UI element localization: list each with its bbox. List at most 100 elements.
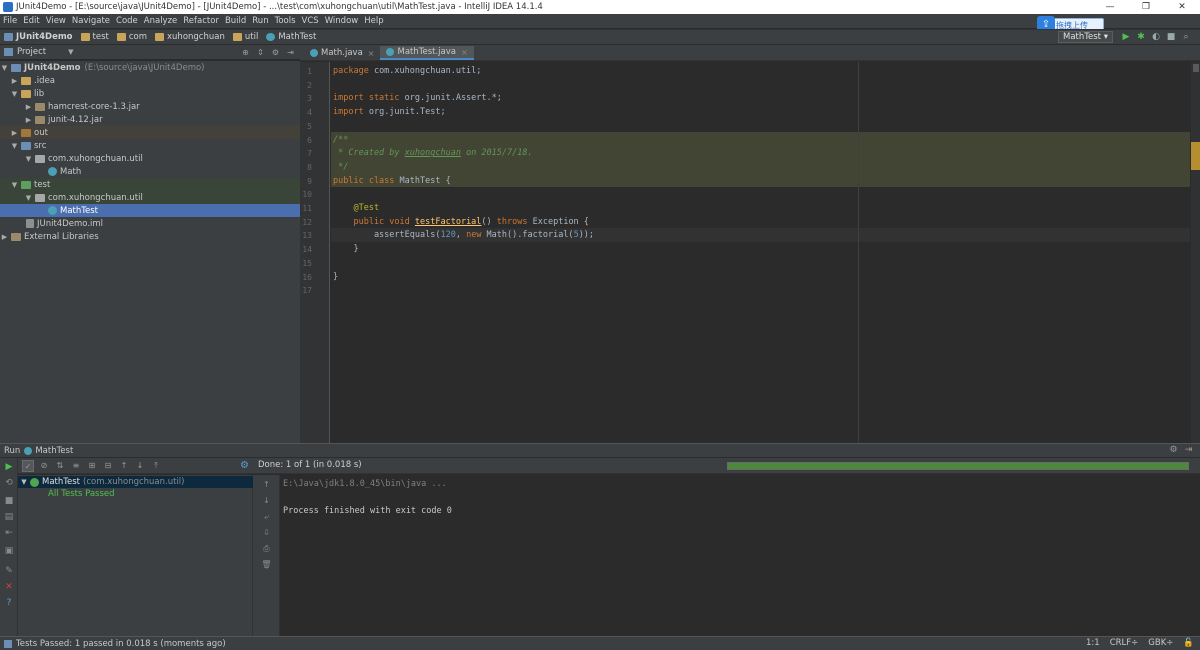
menu-build[interactable]: Build bbox=[225, 16, 246, 26]
help-icon[interactable]: ? bbox=[4, 598, 14, 608]
scroll-to-end-icon[interactable]: ⇩ bbox=[261, 527, 272, 538]
export-icon[interactable]: ⇤ bbox=[4, 528, 14, 538]
breadcrumb-test[interactable]: test bbox=[80, 32, 109, 42]
chevron-down-icon[interactable]: ▼ bbox=[10, 181, 19, 189]
coverage-icon[interactable]: ◐ bbox=[1150, 31, 1162, 43]
layout-icon[interactable]: ▤ bbox=[4, 512, 14, 522]
menu-tools[interactable]: Tools bbox=[275, 16, 296, 26]
sort-alpha-icon[interactable]: ⇅ bbox=[54, 460, 66, 472]
tab-mathtest-java[interactable]: MathTest.java × bbox=[380, 46, 474, 60]
run-config-label[interactable]: MathTest bbox=[35, 446, 73, 456]
stop-icon[interactable]: ■ bbox=[1165, 31, 1177, 43]
settings-gear-icon[interactable]: ⚙ bbox=[1168, 445, 1179, 455]
project-view-label[interactable]: Project bbox=[17, 47, 46, 57]
close-tab-icon[interactable]: × bbox=[461, 48, 468, 57]
settings-gear-icon[interactable]: ⚙ bbox=[270, 47, 281, 58]
chevron-down-icon[interactable]: ▼ bbox=[10, 90, 19, 98]
scroll-up-icon[interactable]: ↑ bbox=[261, 479, 272, 490]
show-passed-icon[interactable]: ✓ bbox=[22, 459, 34, 472]
tree-item-project-root[interactable]: ▼ JUnit4Demo (E:\source\java\JUnit4Demo) bbox=[0, 61, 300, 74]
minimize-button[interactable]: — bbox=[1092, 0, 1128, 14]
test-settings-gear-icon[interactable]: ⚙ bbox=[240, 460, 252, 472]
test-root-node[interactable]: ▼ MathTest (com.xuhongchuan.util) bbox=[18, 476, 253, 488]
chevron-right-icon[interactable]: ▶ bbox=[10, 77, 19, 85]
breadcrumb-mathtest[interactable]: MathTest bbox=[266, 32, 316, 42]
show-ignored-icon[interactable]: ⊘ bbox=[38, 460, 50, 472]
console-output[interactable]: E:\Java\jdk1.8.0_45\bin\java ... Process… bbox=[280, 475, 1200, 636]
sort-duration-icon[interactable]: ≡ bbox=[70, 460, 82, 472]
rerun-icon[interactable]: ▶ bbox=[4, 462, 14, 472]
breadcrumb-util[interactable]: util bbox=[232, 32, 258, 42]
expand-all-icon[interactable]: ⊞ bbox=[86, 460, 98, 472]
menu-code[interactable]: Code bbox=[116, 16, 138, 26]
menu-run[interactable]: Run bbox=[252, 16, 268, 26]
menu-analyze[interactable]: Analyze bbox=[144, 16, 178, 26]
hide-panel-icon[interactable]: ⇥ bbox=[1183, 445, 1194, 455]
chevron-down-icon[interactable]: ▼ bbox=[68, 48, 73, 56]
tree-item-iml-file[interactable]: JUnit4Demo.iml bbox=[0, 217, 300, 230]
warning-marker[interactable] bbox=[1191, 142, 1200, 170]
tree-item-math-class[interactable]: Math bbox=[0, 165, 300, 178]
export-results-icon[interactable]: ⤒ bbox=[150, 460, 162, 472]
tree-item-out[interactable]: ▶ out bbox=[0, 126, 300, 139]
code-editor[interactable]: package com.xuhongchuan.util; import sta… bbox=[331, 62, 1200, 443]
scroll-down-icon[interactable]: ↓ bbox=[261, 495, 272, 506]
chevron-down-icon[interactable]: ▼ bbox=[10, 142, 19, 150]
scroll-thumb[interactable] bbox=[1193, 64, 1199, 72]
menu-navigate[interactable]: Navigate bbox=[72, 16, 110, 26]
clear-all-icon[interactable]: 🗑 bbox=[261, 559, 272, 570]
menu-refactor[interactable]: Refactor bbox=[183, 16, 219, 26]
close-tab-icon[interactable]: × bbox=[368, 49, 375, 58]
run-config-select[interactable]: MathTest ▾ bbox=[1058, 31, 1113, 43]
hide-panel-icon[interactable]: ⇥ bbox=[285, 47, 296, 58]
pin-icon[interactable]: ✎ bbox=[4, 566, 14, 576]
chevron-right-icon[interactable]: ▶ bbox=[0, 233, 9, 241]
run-tab-label[interactable]: Run bbox=[4, 446, 20, 456]
locate-icon[interactable]: ⊕ bbox=[240, 47, 251, 58]
chevron-down-icon[interactable]: ▼ bbox=[18, 478, 30, 486]
dump-threads-icon[interactable]: ▣ bbox=[4, 546, 14, 556]
tree-item-mathtest-class[interactable]: MathTest bbox=[0, 204, 300, 217]
encoding-select[interactable]: GBK÷ bbox=[1148, 638, 1173, 648]
soft-wrap-icon[interactable]: ⤶ bbox=[261, 511, 272, 522]
tree-item-hamcrest-jar[interactable]: ▶ hamcrest-core-1.3.jar bbox=[0, 100, 300, 113]
run-icon[interactable]: ▶ bbox=[1120, 31, 1132, 43]
tree-item-external-libraries[interactable]: ▶ External Libraries bbox=[0, 230, 300, 243]
lock-icon[interactable]: 🔓 bbox=[1183, 638, 1194, 648]
tree-item-src-package[interactable]: ▼ com.xuhongchuan.util bbox=[0, 152, 300, 165]
chevron-right-icon[interactable]: ▶ bbox=[10, 129, 19, 137]
caret-position[interactable]: 1:1 bbox=[1086, 638, 1100, 648]
menu-help[interactable]: Help bbox=[364, 16, 383, 26]
tree-item-idea[interactable]: ▶ .idea bbox=[0, 74, 300, 87]
breadcrumb-com[interactable]: com bbox=[116, 32, 147, 42]
tool-windows-icon[interactable] bbox=[4, 639, 12, 648]
menu-file[interactable]: File bbox=[3, 16, 17, 26]
previous-test-icon[interactable]: ↑ bbox=[118, 460, 130, 472]
next-test-icon[interactable]: ↓ bbox=[134, 460, 146, 472]
menu-view[interactable]: View bbox=[46, 16, 66, 26]
chevron-down-icon[interactable]: ▼ bbox=[0, 64, 9, 72]
chevron-down-icon[interactable]: ▼ bbox=[24, 155, 33, 163]
menu-edit[interactable]: Edit bbox=[23, 16, 39, 26]
line-separator-select[interactable]: CRLF÷ bbox=[1110, 638, 1139, 648]
close-icon[interactable]: ✕ bbox=[4, 582, 14, 592]
test-child-node[interactable]: All Tests Passed bbox=[18, 488, 115, 500]
tree-item-test-package[interactable]: ▼ com.xuhongchuan.util bbox=[0, 191, 300, 204]
menu-window[interactable]: Window bbox=[325, 16, 359, 26]
debug-icon[interactable]: ✱ bbox=[1135, 31, 1147, 43]
maximize-button[interactable]: ❐ bbox=[1128, 0, 1164, 14]
tree-item-junit-jar[interactable]: ▶ junit-4.12.jar bbox=[0, 113, 300, 126]
rerun-failed-icon[interactable]: ⟲ bbox=[4, 478, 14, 488]
close-window-button[interactable]: ✕ bbox=[1164, 0, 1200, 14]
tree-item-lib[interactable]: ▼ lib bbox=[0, 87, 300, 100]
chevron-right-icon[interactable]: ▶ bbox=[24, 116, 33, 124]
editor-scrollbar[interactable] bbox=[1191, 62, 1200, 443]
stop-icon[interactable]: ■ bbox=[4, 496, 14, 506]
tree-item-test[interactable]: ▼ test bbox=[0, 178, 300, 191]
collapse-all-icon[interactable]: ⇕ bbox=[255, 47, 266, 58]
search-everywhere-icon[interactable]: ⌕ bbox=[1180, 31, 1192, 43]
tree-item-src[interactable]: ▼ src bbox=[0, 139, 300, 152]
tab-math-java[interactable]: Math.java × bbox=[304, 46, 380, 60]
menu-vcs[interactable]: VCS bbox=[302, 16, 319, 26]
collapse-all-icon[interactable]: ⊟ bbox=[102, 460, 114, 472]
